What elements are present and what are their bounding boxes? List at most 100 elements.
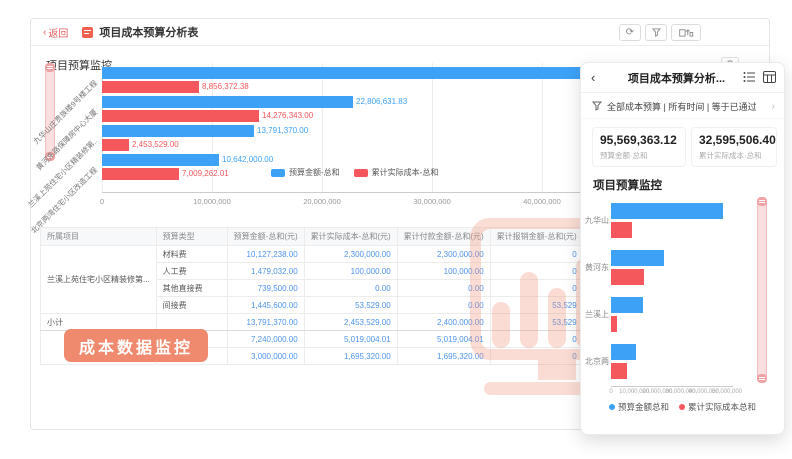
- bar[interactable]: [102, 67, 634, 79]
- x-axis: [102, 192, 662, 193]
- value-cell[interactable]: 2,400,000.00: [397, 314, 490, 331]
- budget-type-cell: [156, 314, 227, 331]
- bar[interactable]: [611, 250, 664, 266]
- column-header: 累计付款金额-总和(元): [397, 228, 490, 246]
- legend-item[interactable]: 累计实际成本总和: [679, 401, 756, 413]
- legend-item[interactable]: 预算金额总和: [609, 401, 669, 413]
- x-axis-tick: 10,000,000: [193, 197, 231, 206]
- legend-dot: [609, 404, 615, 410]
- slider-handle-top[interactable]: [45, 63, 55, 72]
- panel-section-title: 项目预算监控: [593, 177, 662, 193]
- app-root: ‹ 返回 项目成本预算分析表 ⟳ 项目预算监控 ⚙ 010,000,00020,…: [0, 0, 792, 459]
- budget-type-cell: 间接费: [156, 297, 227, 314]
- bar[interactable]: [102, 125, 254, 137]
- value-cell[interactable]: 0.00: [397, 297, 490, 314]
- column-header: 累计报销金额-总和(元): [490, 228, 583, 246]
- value-cell[interactable]: 0: [490, 280, 583, 297]
- view-list-icon[interactable]: [743, 71, 756, 83]
- chart-legend: 预算金额-总和 累计实际成本-总和: [271, 167, 438, 178]
- bar[interactable]: [102, 96, 353, 108]
- chevron-right-icon: ›: [772, 101, 775, 112]
- legend-swatch: [354, 169, 368, 177]
- legend-swatch: [271, 169, 285, 177]
- refresh-button[interactable]: ⟳: [619, 24, 641, 41]
- value-cell[interactable]: 739,500.00: [227, 280, 304, 297]
- value-cell[interactable]: 0: [490, 246, 583, 263]
- funnel-icon: [592, 101, 602, 111]
- panel-filter-text: 全部成本预算 | 所有时间 | 等于已通过: [607, 100, 757, 113]
- panel-back-button[interactable]: ‹: [591, 70, 595, 85]
- bar[interactable]: [611, 222, 632, 238]
- value-cell[interactable]: 53,529.00: [304, 297, 397, 314]
- bar[interactable]: [611, 344, 636, 360]
- value-cell[interactable]: 2,453,529.00: [304, 314, 397, 331]
- panel-bar-chart: 010,000,00020,000,00030,000,00040,000,00…: [611, 197, 733, 387]
- value-cell[interactable]: 2,300,000.00: [304, 246, 397, 263]
- value-cell[interactable]: 5,019,004.01: [304, 331, 397, 348]
- kpi-actual-total: 32,595,506.40 累计实际成本·总和: [691, 127, 777, 167]
- category-label: 兰溪上..: [585, 309, 610, 320]
- value-cell[interactable]: 0.00: [304, 280, 397, 297]
- value-cell[interactable]: 0: [490, 263, 583, 280]
- x-axis-tick: 50,000,000: [712, 389, 742, 395]
- bar-value-label: 14,276,343.00: [262, 110, 313, 122]
- category-label: 九华山..: [585, 215, 610, 226]
- value-cell[interactable]: 1,695,320.00: [304, 348, 397, 365]
- export-button[interactable]: [671, 24, 701, 41]
- bar[interactable]: [611, 363, 627, 379]
- slider-handle-bottom[interactable]: [757, 374, 767, 383]
- bar[interactable]: [611, 269, 644, 285]
- column-header: 累计实际成本-总和(元): [304, 228, 397, 246]
- value-cell[interactable]: 1,695,320.00: [397, 348, 490, 365]
- panel-zoom-slider[interactable]: [757, 197, 767, 383]
- bar-value-label: 10,642,000.00: [222, 154, 273, 166]
- value-cell[interactable]: 13,791,370.00: [227, 314, 304, 331]
- view-grid-icon[interactable]: [763, 71, 776, 83]
- value-cell[interactable]: 3,000,000.00: [227, 348, 304, 365]
- bar-value-label: 2,453,529.00: [132, 139, 179, 151]
- value-cell[interactable]: 53,529: [490, 314, 583, 331]
- value-cell[interactable]: 0: [490, 331, 583, 348]
- legend-item[interactable]: 预算金额-总和: [271, 167, 340, 178]
- value-cell[interactable]: 7,240,000.00: [227, 331, 304, 348]
- category-label: 北京两..: [585, 356, 610, 367]
- kpi-label: 预算金额·总和: [600, 150, 678, 161]
- bar[interactable]: [611, 203, 723, 219]
- value-cell[interactable]: 1,479,032.00: [227, 263, 304, 280]
- chevron-left-icon: ‹: [43, 27, 46, 38]
- value-cell[interactable]: 0: [490, 348, 583, 365]
- value-cell[interactable]: 100,000.00: [397, 263, 490, 280]
- value-cell[interactable]: 100,000.00: [304, 263, 397, 280]
- filter-button[interactable]: [645, 24, 667, 41]
- value-cell[interactable]: 1,445,600.00: [227, 297, 304, 314]
- value-cell[interactable]: 10,127,238.00: [227, 246, 304, 263]
- legend-item[interactable]: 累计实际成本-总和: [354, 167, 439, 178]
- value-cell[interactable]: 2,300,000.00: [397, 246, 490, 263]
- bar[interactable]: [102, 139, 129, 151]
- bar-value-label: 13,791,370.00: [257, 125, 308, 137]
- value-cell[interactable]: 53,529: [490, 297, 583, 314]
- slider-handle-top[interactable]: [757, 197, 767, 206]
- project-cell: 小计: [41, 314, 157, 331]
- mobile-preview-panel: ‹ 项目成本预算分析... 全部成本预算 | 所有时间 | 等于已通过 › 95…: [580, 62, 785, 435]
- budget-type-cell: 人工费: [156, 263, 227, 280]
- x-axis-tick: 30,000,000: [413, 197, 451, 206]
- bar[interactable]: [102, 81, 199, 93]
- bar[interactable]: [102, 110, 259, 122]
- x-axis: [611, 386, 733, 387]
- panel-title: 项目成本预算分析...: [619, 70, 734, 86]
- x-axis-tick: 20,000,000: [303, 197, 341, 206]
- back-button[interactable]: ‹ 返回: [43, 25, 68, 40]
- project-cell: 兰溪上苑住宅小区精装修第...: [41, 246, 157, 314]
- bar[interactable]: [102, 168, 179, 180]
- value-cell[interactable]: 0.00: [397, 280, 490, 297]
- bar-value-label: 8,856,372.38: [202, 81, 249, 93]
- bar[interactable]: [611, 316, 617, 332]
- kpi-value: 95,569,363.12: [600, 133, 678, 147]
- value-cell[interactable]: 5,019,004.01: [397, 331, 490, 348]
- bar[interactable]: [611, 297, 643, 313]
- bar[interactable]: [102, 154, 219, 166]
- panel-filter-bar[interactable]: 全部成本预算 | 所有时间 | 等于已通过 ›: [581, 94, 784, 119]
- kpi-value: 32,595,506.40: [699, 133, 769, 147]
- toolbar: ⟳: [619, 24, 701, 41]
